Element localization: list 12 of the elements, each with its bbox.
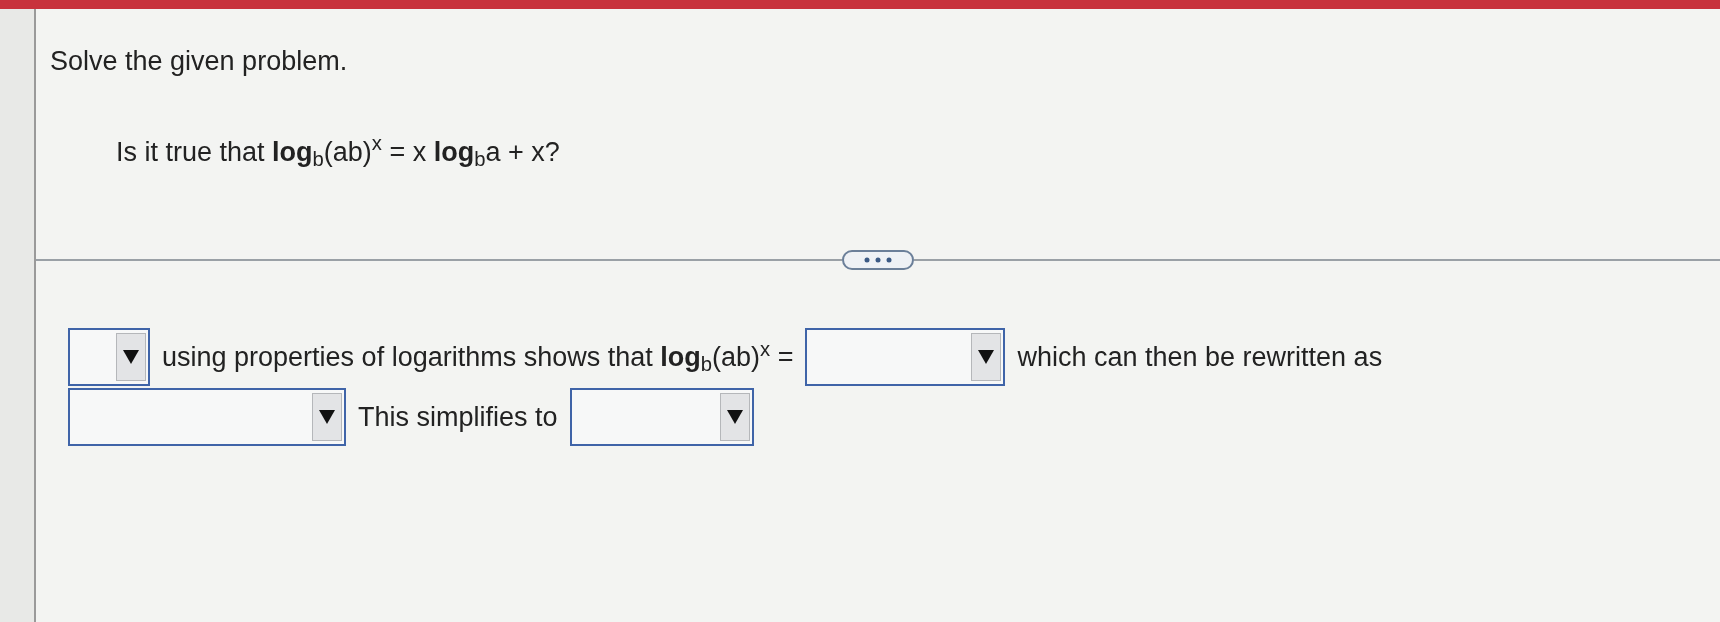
ellipsis-icon (863, 257, 893, 263)
instruction-text: Solve the given problem. (50, 45, 348, 78)
answer-text: using properties of logarithms shows that log$_{b}$(ab)$^{x}$ = (162, 336, 794, 377)
caret-icon (978, 350, 995, 364)
more-button[interactable] (842, 250, 914, 270)
answer-dropdown[interactable] (68, 328, 150, 386)
caret-icon (123, 350, 139, 364)
caret-icon (319, 410, 335, 424)
answer-text: This simplifies to (358, 400, 558, 434)
caret-icon (726, 410, 743, 424)
answer-text: which can then be rewritten as (1017, 340, 1383, 374)
question-text: Is it true that log$_{b}$(ab)$^{x}$ = x log$_{b}$a + x? (116, 131, 560, 172)
